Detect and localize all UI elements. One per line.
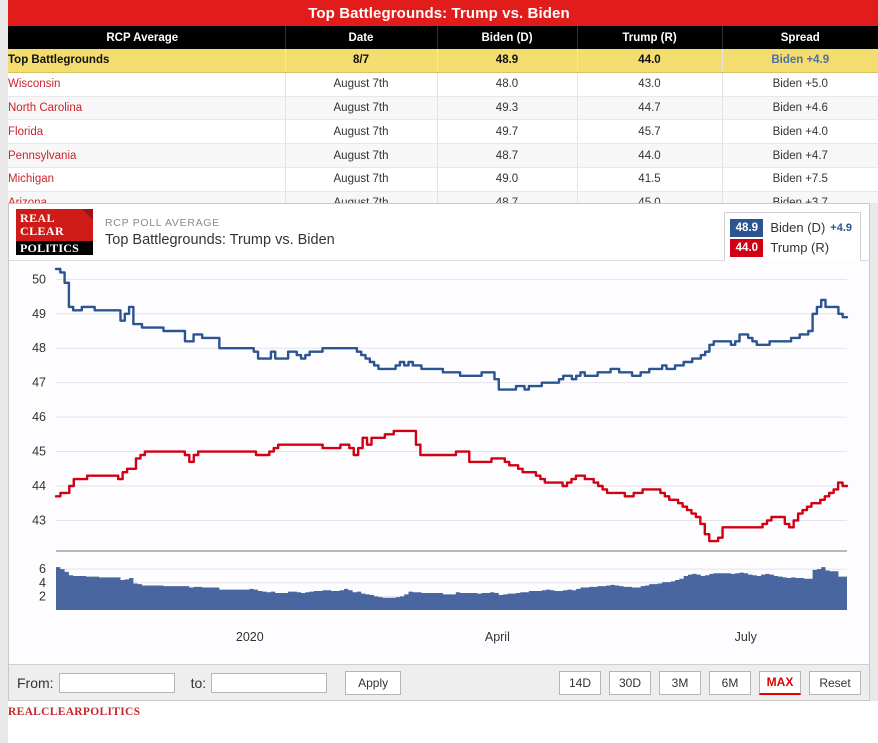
chart-kicker: RCP POLL AVERAGE (105, 216, 220, 229)
table-row[interactable]: Pennsylvania August 7th 48.7 44.0 Biden … (0, 143, 878, 168)
poll-average-chart-card: REAL CLEAR POLITICS RCP POLL AVERAGE Top… (8, 203, 870, 701)
logo-line-clear: CLEAR (20, 224, 65, 238)
table-row-summary[interactable]: Top Battlegrounds 8/7 48.9 44.0 Biden +4… (0, 49, 878, 73)
date-to-input[interactable] (211, 672, 328, 693)
row-biden: 49.3 (437, 96, 578, 121)
chart-toolbar: From: to: Apply 14D 30D 3M 6M MAX Reset (9, 664, 869, 700)
from-label: From: (17, 674, 54, 691)
svg-text:6: 6 (39, 562, 46, 576)
legend-label-trump: Trump (R) (770, 240, 830, 255)
svg-text:43: 43 (32, 513, 46, 527)
legend-delta-biden: +4.9 (830, 221, 852, 234)
table-row[interactable]: Wisconsin August 7th 48.0 43.0 Biden +5.… (0, 72, 878, 97)
row-biden: 49.0 (437, 167, 578, 192)
row-trump: 44.0 (577, 143, 723, 168)
footer-brand: REALCLEARPOLITICS (8, 706, 141, 718)
chart-plot-area[interactable]: 43 44 45 46 47 48 49 50 2 4 6 2020 April July (9, 261, 869, 666)
svg-text:2020: 2020 (236, 630, 264, 644)
column-header-rcp-average[interactable]: RCP Average (0, 26, 286, 49)
column-header-date[interactable]: Date (285, 26, 438, 49)
row-state-name[interactable]: Michigan (0, 167, 286, 192)
chart-legend: 48.9 Biden (D) +4.9 44.0 Trump (R) (724, 212, 861, 263)
row-state-name[interactable]: Wisconsin (0, 72, 286, 97)
summary-name: Top Battlegrounds (0, 49, 286, 73)
table-body: Top Battlegrounds 8/7 48.9 44.0 Biden +4… (0, 49, 878, 216)
summary-biden: 48.9 (437, 49, 578, 73)
row-spread: Biden +7.5 (722, 167, 878, 192)
svg-text:April: April (485, 630, 510, 644)
table-row[interactable]: North Carolina August 7th 49.3 44.7 Bide… (0, 96, 878, 121)
legend-label-biden: Biden (D) (770, 220, 826, 235)
svg-text:2: 2 (39, 589, 46, 603)
svg-text:50: 50 (32, 272, 46, 286)
legend-item-biden[interactable]: 48.9 Biden (D) +4.9 (730, 218, 852, 237)
summary-trump: 44.0 (577, 49, 723, 73)
svg-text:44: 44 (32, 479, 46, 493)
table-row[interactable]: Michigan August 7th 49.0 41.5 Biden +7.5 (0, 167, 878, 192)
row-state-name[interactable]: Pennsylvania (0, 143, 286, 168)
realclearpolitics-logo-icon: REAL CLEAR POLITICS (16, 209, 93, 255)
rcp-polling-page: Top Battlegrounds: Trump vs. Biden RCP A… (0, 0, 878, 743)
column-header-spread[interactable]: Spread (722, 26, 878, 49)
row-spread: Biden +4.0 (722, 119, 878, 145)
range-button-30d[interactable]: 30D (609, 670, 651, 695)
row-date: August 7th (285, 119, 438, 145)
chart-header-text: RCP POLL AVERAGE Top Battlegrounds: Trum… (105, 217, 335, 248)
row-date: August 7th (285, 167, 438, 192)
date-from-input[interactable] (58, 672, 175, 693)
svg-text:July: July (735, 630, 758, 644)
left-gutter (0, 0, 8, 743)
row-date: August 7th (285, 96, 438, 121)
row-state-name[interactable]: North Carolina (0, 96, 286, 121)
legend-value-biden: 48.9 (730, 218, 764, 237)
table-header-row: RCP Average Date Biden (D) Trump (R) Spr… (0, 26, 878, 49)
reset-button[interactable]: Reset (809, 670, 861, 695)
legend-item-trump[interactable]: 44.0 Trump (R) (730, 238, 852, 257)
table-row[interactable]: Florida August 7th 49.7 45.7 Biden +4.0 (0, 119, 878, 145)
logo-line-politics: POLITICS (16, 241, 93, 255)
poll-average-plot[interactable]: 43444546474849502462020 April July (9, 261, 869, 666)
apply-button[interactable]: Apply (345, 670, 402, 695)
range-button-3m[interactable]: 3M (659, 670, 701, 695)
logo-red-block: REAL CLEAR (16, 209, 93, 241)
svg-text:49: 49 (32, 307, 46, 321)
row-trump: 44.7 (577, 96, 723, 121)
row-trump: 41.5 (577, 167, 723, 192)
row-date: August 7th (285, 72, 438, 97)
legend-value-trump: 44.0 (730, 238, 764, 257)
row-date: August 7th (285, 143, 438, 168)
svg-text:48: 48 (32, 341, 46, 355)
range-button-6m[interactable]: 6M (709, 670, 751, 695)
page-title: Top Battlegrounds: Trump vs. Biden (308, 4, 570, 22)
row-biden: 49.7 (437, 119, 578, 145)
summary-spread: Biden +4.9 (722, 49, 878, 73)
range-button-14d[interactable]: 14D (559, 670, 601, 695)
summary-date: 8/7 (285, 49, 438, 73)
row-spread: Biden +5.0 (722, 72, 878, 97)
page-title-bar: Top Battlegrounds: Trump vs. Biden (0, 0, 878, 26)
chart-headline: Top Battlegrounds: Trump vs. Biden (105, 231, 335, 248)
row-trump: 43.0 (577, 72, 723, 97)
svg-text:47: 47 (32, 376, 46, 390)
row-state-name[interactable]: Florida (0, 119, 286, 145)
chart-header: REAL CLEAR POLITICS RCP POLL AVERAGE Top… (9, 204, 869, 263)
right-gutter (870, 203, 878, 701)
column-header-trump[interactable]: Trump (R) (577, 26, 723, 49)
range-button-group: 14D 30D 3M 6M MAX Reset (559, 670, 861, 695)
row-biden: 48.7 (437, 143, 578, 168)
row-biden: 48.0 (437, 72, 578, 97)
svg-text:46: 46 (32, 410, 46, 424)
column-header-biden[interactable]: Biden (D) (437, 26, 578, 49)
svg-text:45: 45 (32, 445, 46, 459)
poll-average-table: RCP Average Date Biden (D) Trump (R) Spr… (0, 26, 878, 216)
range-button-max[interactable]: MAX (759, 670, 801, 695)
row-spread: Biden +4.6 (722, 96, 878, 121)
row-spread: Biden +4.7 (722, 143, 878, 168)
to-label: to: (190, 674, 207, 691)
row-trump: 45.7 (577, 119, 723, 145)
svg-text:4: 4 (39, 576, 46, 590)
